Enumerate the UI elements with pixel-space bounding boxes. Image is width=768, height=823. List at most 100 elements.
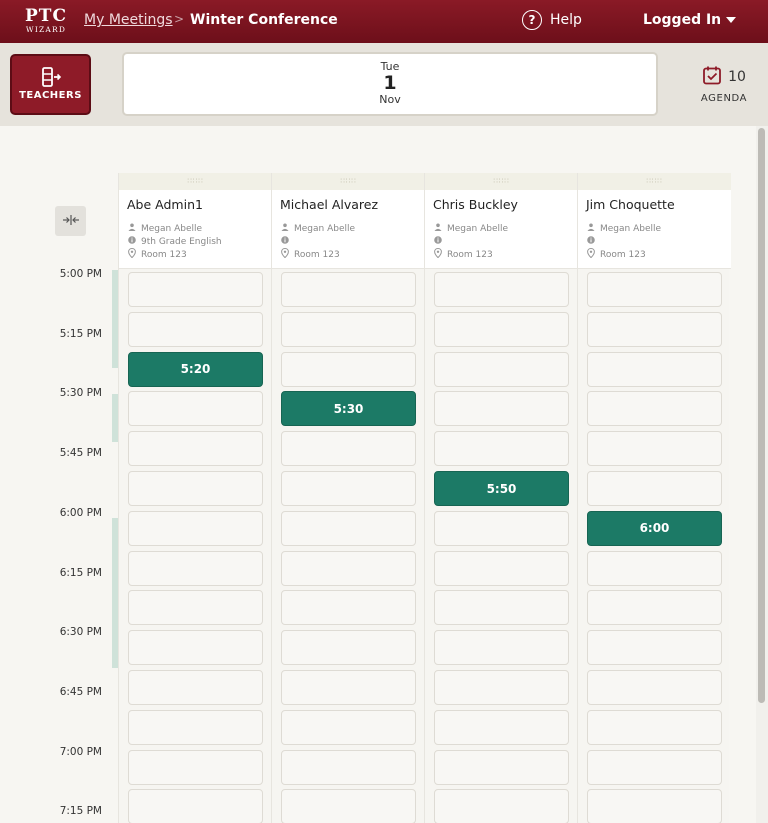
time-slot[interactable] (587, 670, 722, 705)
teacher-subject (434, 236, 447, 247)
time-slot[interactable] (128, 709, 263, 745)
scrollbar-thumb[interactable] (758, 128, 765, 703)
time-slot[interactable] (434, 272, 569, 307)
time-slot[interactable] (587, 550, 722, 586)
time-slot[interactable] (128, 789, 263, 823)
time-slot[interactable] (434, 670, 569, 705)
account-menu[interactable]: Logged In (643, 12, 737, 28)
teacher-column: ∷∷∷ Jim Choquette Megan Abelle Room 123 6:00 (577, 173, 731, 823)
time-slot[interactable] (434, 311, 569, 347)
time-slot[interactable] (587, 630, 722, 666)
time-slot[interactable] (128, 670, 263, 705)
time-slot[interactable] (587, 272, 722, 307)
time-slot[interactable] (587, 311, 722, 347)
teacher-subject (281, 236, 294, 247)
drag-handle-icon[interactable]: ∷∷∷ (425, 173, 578, 190)
time-slot[interactable] (128, 749, 263, 785)
time-slot[interactable] (128, 391, 263, 427)
time-slot[interactable] (434, 630, 569, 666)
time-slot[interactable] (587, 590, 722, 626)
time-slot[interactable] (281, 709, 416, 745)
time-label: 7:15 PM (59, 805, 102, 818)
breadcrumb-my-meetings[interactable]: My Meetings (84, 12, 173, 28)
location-pin-icon (434, 247, 447, 261)
teacher-subject (587, 236, 600, 247)
time-label: 6:45 PM (59, 685, 102, 698)
time-slot[interactable] (128, 550, 263, 586)
teacher-name[interactable]: Abe Admin1 (127, 197, 203, 212)
booked-slot[interactable]: 5:50 (434, 471, 569, 506)
time-slot[interactable] (587, 749, 722, 785)
time-slot[interactable] (281, 272, 416, 307)
breadcrumb-current: Winter Conference (190, 12, 338, 28)
teacher-room: Room 123 (434, 247, 493, 261)
breadcrumb-separator: > (174, 12, 185, 26)
time-slot[interactable] (281, 749, 416, 785)
time-slot[interactable] (281, 789, 416, 823)
time-slot[interactable] (587, 789, 722, 823)
time-slot[interactable] (587, 431, 722, 467)
booked-slot[interactable]: 5:30 (281, 391, 416, 427)
booked-slot[interactable]: 5:20 (128, 351, 263, 387)
teacher-name[interactable]: Chris Buckley (433, 197, 518, 212)
time-slot[interactable] (281, 351, 416, 387)
booked-slot[interactable]: 6:00 (587, 510, 722, 546)
time-label: 6:00 PM (59, 506, 102, 519)
time-slot[interactable] (281, 510, 416, 546)
time-slot[interactable] (434, 351, 569, 387)
time-slot[interactable] (434, 550, 569, 586)
teacher-contact: Megan Abelle (434, 223, 508, 234)
teacher-header: ∷∷∷ Abe Admin1 Megan Abelle 9th Grade Engli… (119, 173, 272, 269)
account-label: Logged In (643, 12, 722, 28)
app-logo[interactable]: PTC WIZARD (22, 8, 70, 36)
time-label: 5:30 PM (59, 387, 102, 400)
time-slot[interactable] (434, 431, 569, 467)
time-label: 5:00 PM (59, 268, 102, 280)
person-icon (587, 223, 600, 234)
drag-handle-icon[interactable]: ∷∷∷ (272, 173, 425, 190)
time-slot[interactable] (281, 670, 416, 705)
date-selector[interactable]: Tue 1 Nov (122, 52, 658, 116)
time-slot[interactable] (587, 709, 722, 745)
time-slot[interactable] (128, 431, 263, 467)
teacher-header: ∷∷∷ Jim Choquette Megan Abelle Room 123 (578, 173, 731, 269)
time-slot[interactable] (281, 630, 416, 666)
teacher-room: Room 123 (587, 247, 646, 261)
location-pin-icon (587, 247, 600, 261)
help-label: Help (550, 12, 582, 28)
time-slot[interactable] (128, 630, 263, 666)
caret-down-icon (726, 17, 737, 23)
drag-handle-icon[interactable]: ∷∷∷ (578, 173, 731, 190)
time-slot[interactable] (434, 789, 569, 823)
teacher-column: ∷∷∷ Chris Buckley Megan Abelle Room 123 5:50 (424, 173, 578, 823)
time-slot[interactable] (281, 550, 416, 586)
time-slot[interactable] (587, 391, 722, 427)
time-slot[interactable] (128, 471, 263, 506)
time-slot[interactable] (281, 431, 416, 467)
time-slot[interactable] (434, 709, 569, 745)
time-slot[interactable] (128, 272, 263, 307)
time-slot[interactable] (281, 590, 416, 626)
drag-handle-icon[interactable]: ∷∷∷ (119, 173, 272, 190)
collapse-columns-button[interactable] (55, 206, 86, 236)
time-slot[interactable] (128, 510, 263, 546)
time-slot[interactable] (434, 391, 569, 427)
time-slot[interactable] (128, 311, 263, 347)
teacher-column: ∷∷∷ Abe Admin1 Megan Abelle 9th Grade Engli… (118, 173, 272, 823)
time-label: 6:15 PM (59, 566, 102, 579)
teacher-name[interactable]: Jim Choquette (586, 197, 675, 212)
info-icon (281, 236, 294, 247)
time-slot[interactable] (587, 351, 722, 387)
teachers-label: TEACHERS (19, 90, 82, 101)
time-slot[interactable] (281, 471, 416, 506)
teachers-button[interactable]: TEACHERS (10, 54, 91, 115)
time-slot[interactable] (587, 471, 722, 506)
teacher-name[interactable]: Michael Alvarez (280, 197, 378, 212)
time-slot[interactable] (434, 510, 569, 546)
time-slot[interactable] (434, 590, 569, 626)
time-slot[interactable] (434, 749, 569, 785)
time-slot[interactable] (128, 590, 263, 626)
agenda-button[interactable]: 10 AGENDA (694, 65, 754, 104)
time-slot[interactable] (281, 311, 416, 347)
help-button[interactable]: ? Help (522, 10, 582, 30)
